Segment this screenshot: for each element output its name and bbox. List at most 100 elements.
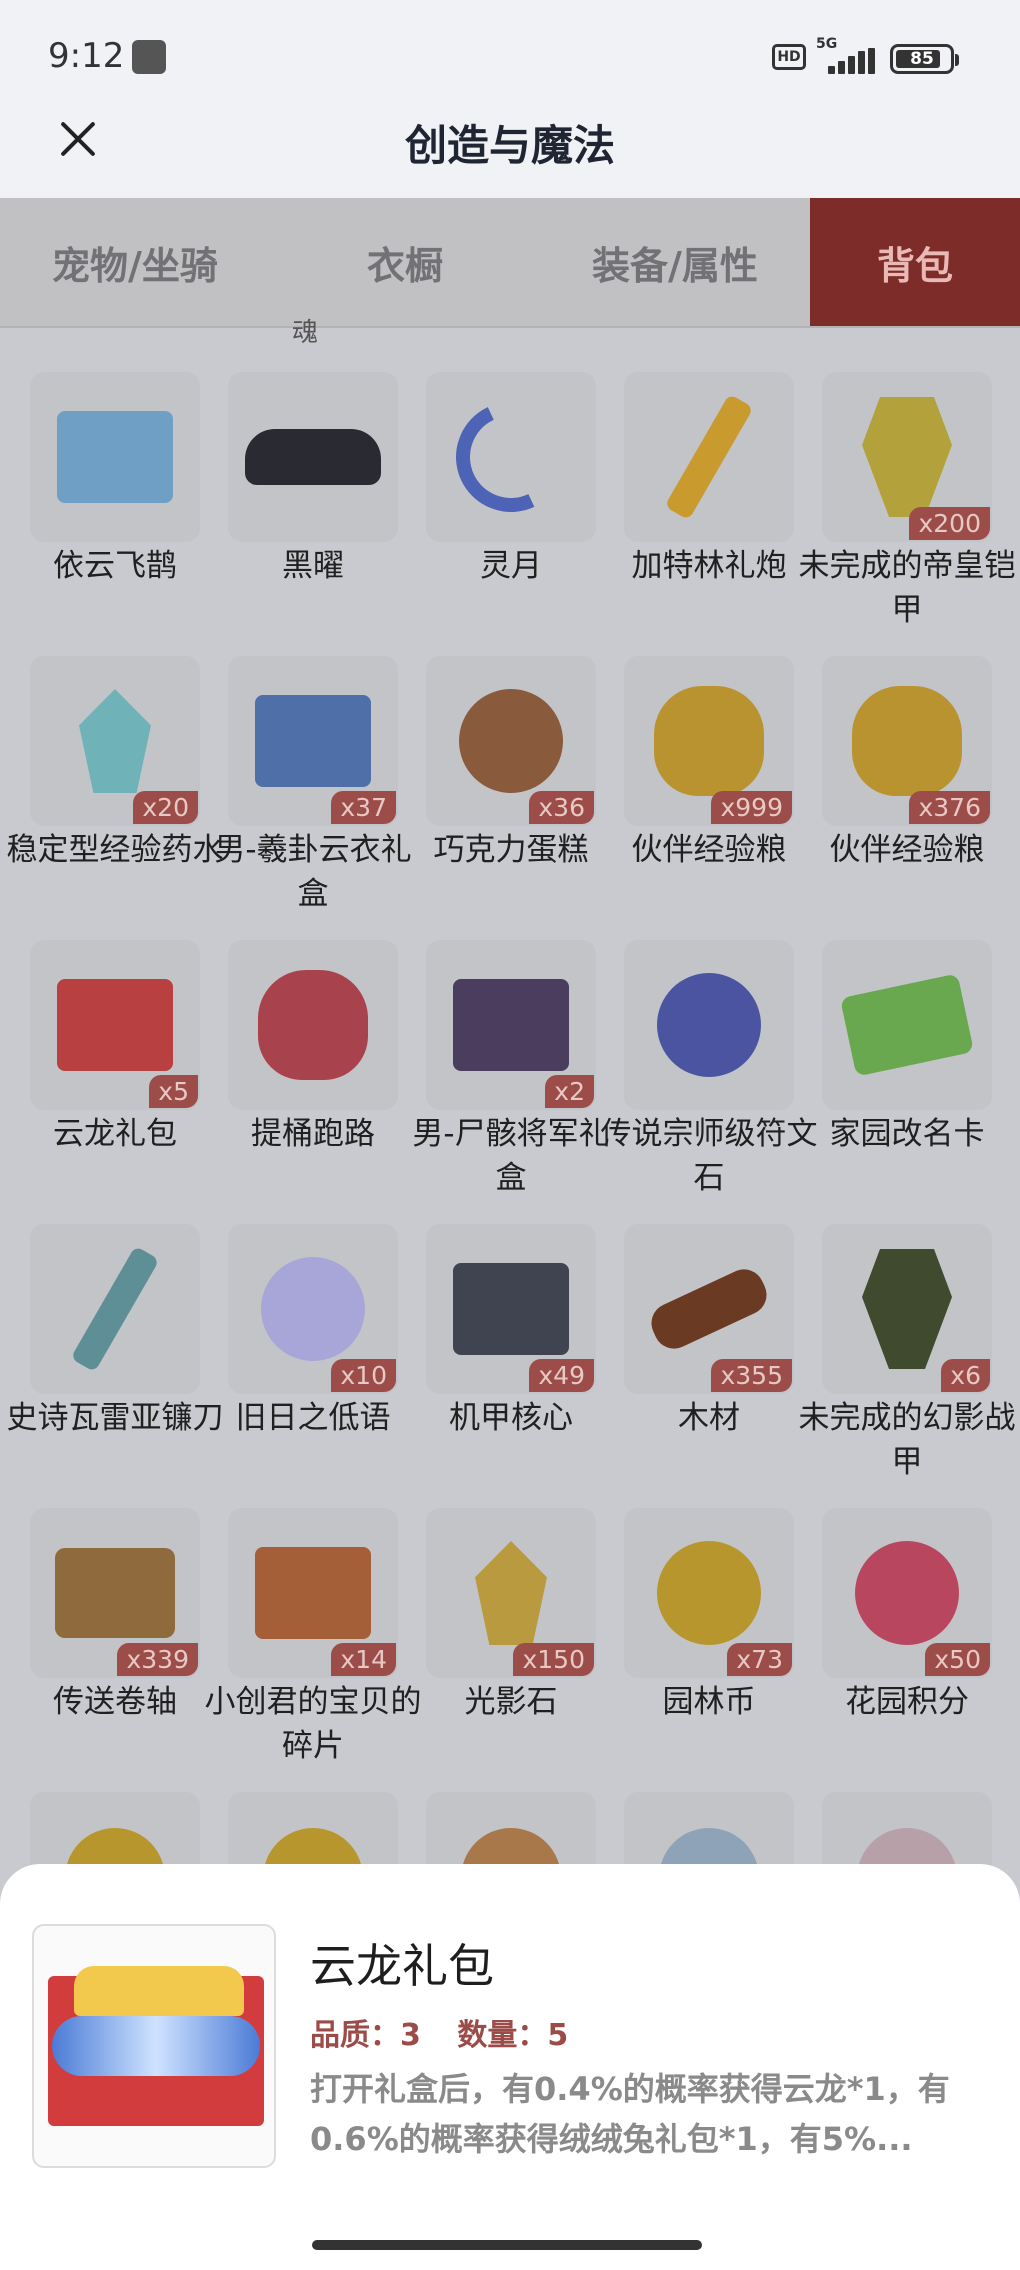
notification-icon <box>132 40 166 74</box>
item-thumbnail <box>228 940 398 1110</box>
moon-icon <box>440 386 582 528</box>
item-detail-sheet: 云龙礼包 品质：3 数量：5 打开礼盒后，有0.4%的概率获得云龙*1，有0.6… <box>0 1864 1020 2270</box>
item-thumbnail: x339 <box>30 1508 200 1678</box>
item-name: 史诗瓦雷亚镰刀 <box>6 1400 224 1436</box>
item-quantity-badge: x14 <box>331 1643 396 1676</box>
signal-icon <box>818 48 876 74</box>
item-thumbnail[interactable] <box>426 1792 596 1872</box>
crystal-icon <box>475 1541 547 1645</box>
giftbox-icon <box>255 695 371 787</box>
item-name: 提桶跑路 <box>251 1116 375 1152</box>
item-thumbnail[interactable] <box>228 1792 398 1872</box>
bag-icon <box>852 686 962 796</box>
item-quantity-badge: x10 <box>331 1359 396 1392</box>
item-name: 依云飞鹊 <box>53 548 177 584</box>
item-thumbnail[interactable] <box>822 1792 992 1872</box>
item-detail-meta: 品质：3 数量：5 <box>310 2010 594 2054</box>
status-time: 9:12 <box>48 36 125 76</box>
item-quantity-badge: x6 <box>941 1359 990 1392</box>
item-thumbnail: x73 <box>624 1508 794 1678</box>
tab-wardrobe[interactable]: 衣橱 <box>270 198 540 326</box>
item-thumbnail <box>228 372 398 542</box>
item-thumbnail <box>30 1224 200 1394</box>
item-name: 黑曜 <box>282 548 344 584</box>
item-thumbnail: x20 <box>30 656 200 826</box>
item-name: 机甲核心 <box>449 1400 573 1436</box>
item-name: 灵月 <box>480 548 542 584</box>
item-name: 花园积分 <box>845 1684 969 1720</box>
item-thumbnail[interactable] <box>624 1792 794 1872</box>
item-thumbnail: x6 <box>822 1224 992 1394</box>
item-thumbnail: x376 <box>822 656 992 826</box>
item-quantity-badge: x73 <box>727 1643 792 1676</box>
item-thumbnail[interactable] <box>30 1792 200 1872</box>
item-name: 巧克力蛋糕 <box>433 832 589 868</box>
bag-icon <box>654 686 764 796</box>
item-quantity-badge: x355 <box>711 1359 792 1392</box>
clipped-label: 魂 <box>292 318 319 348</box>
dragon-shape <box>52 2016 260 2076</box>
armor-icon <box>862 1249 952 1369</box>
item-thumbnail: x200 <box>822 372 992 542</box>
item-quantity-badge: x50 <box>925 1643 990 1676</box>
tab-pets-mounts[interactable]: 宠物/坐骑 <box>0 198 270 326</box>
item-name: 木材 <box>678 1400 740 1436</box>
item-name: 旧日之低语 <box>235 1400 391 1436</box>
item-quantity-badge: x200 <box>909 507 990 540</box>
item-name: 未完成的帝皇铠甲 <box>798 548 1016 628</box>
item-thumbnail: x355 <box>624 1224 794 1394</box>
crest-shape <box>74 1966 244 2016</box>
item-thumbnail: x14 <box>228 1508 398 1678</box>
item-thumbnail: x5 <box>30 940 200 1110</box>
hd-icon: HD <box>772 44 806 70</box>
status-bar: 9:12 HD 5G 85 <box>0 0 1020 110</box>
tab-bar: 宠物/坐骑 衣橱 装备/属性 背包 <box>0 198 1020 328</box>
item-count: 数量：5 <box>457 2018 569 2053</box>
item-quantity-badge: x20 <box>133 791 198 824</box>
item-name: 小创君的宝贝的碎片 <box>204 1684 422 1764</box>
item-name: 传说宗师级符文石 <box>600 1116 818 1196</box>
item-name: 传送卷轴 <box>53 1684 177 1720</box>
item-quantity-badge: x150 <box>513 1643 594 1676</box>
item-quantity-badge: x339 <box>117 1643 198 1676</box>
item-thumbnail <box>624 940 794 1110</box>
item-quality: 品质：3 <box>310 2018 421 2053</box>
item-name: 光影石 <box>464 1684 558 1720</box>
log-icon <box>644 1262 774 1356</box>
core-icon <box>453 1263 569 1355</box>
item-thumbnail: x999 <box>624 656 794 826</box>
flower-icon <box>855 1541 959 1645</box>
item-quantity-badge: x376 <box>909 791 990 824</box>
battery-icon: 85 <box>890 44 959 74</box>
tab-backpack[interactable]: 背包 <box>810 198 1020 326</box>
item-name: 男-尸骸将军礼盒 <box>412 1116 610 1196</box>
item-quantity-badge: x5 <box>149 1075 198 1108</box>
home-indicator[interactable] <box>312 2240 702 2250</box>
armor-icon <box>862 397 952 517</box>
item-thumbnail <box>30 372 200 542</box>
card-icon <box>839 973 975 1077</box>
rune-icon <box>657 973 761 1077</box>
drone-icon <box>57 411 173 503</box>
coin-icon <box>657 1541 761 1645</box>
item-detail-image <box>32 1924 276 2168</box>
item-name: 加特林礼炮 <box>631 548 787 584</box>
puzzle-icon <box>255 1547 371 1639</box>
tab-equipment[interactable]: 装备/属性 <box>540 198 810 326</box>
page-title: 创造与魔法 <box>404 121 615 170</box>
item-name: 家园改名卡 <box>829 1116 985 1152</box>
orb-icon <box>261 1257 365 1361</box>
scroll-icon <box>55 1548 175 1638</box>
dragon-box-icon <box>57 979 173 1071</box>
item-quantity-badge: x49 <box>529 1359 594 1392</box>
item-quantity-badge: x36 <box>529 791 594 824</box>
item-name: 伙伴经验粮 <box>829 832 985 868</box>
title-bar: 创造与魔法 <box>0 110 1020 198</box>
item-thumbnail: x150 <box>426 1508 596 1678</box>
item-name: 园林币 <box>662 1684 756 1720</box>
item-thumbnail: x49 <box>426 1224 596 1394</box>
item-quantity-badge: x37 <box>331 791 396 824</box>
item-thumbnail <box>822 940 992 1110</box>
item-quantity-badge: x999 <box>711 791 792 824</box>
item-detail-name: 云龙礼包 <box>310 1939 494 1993</box>
